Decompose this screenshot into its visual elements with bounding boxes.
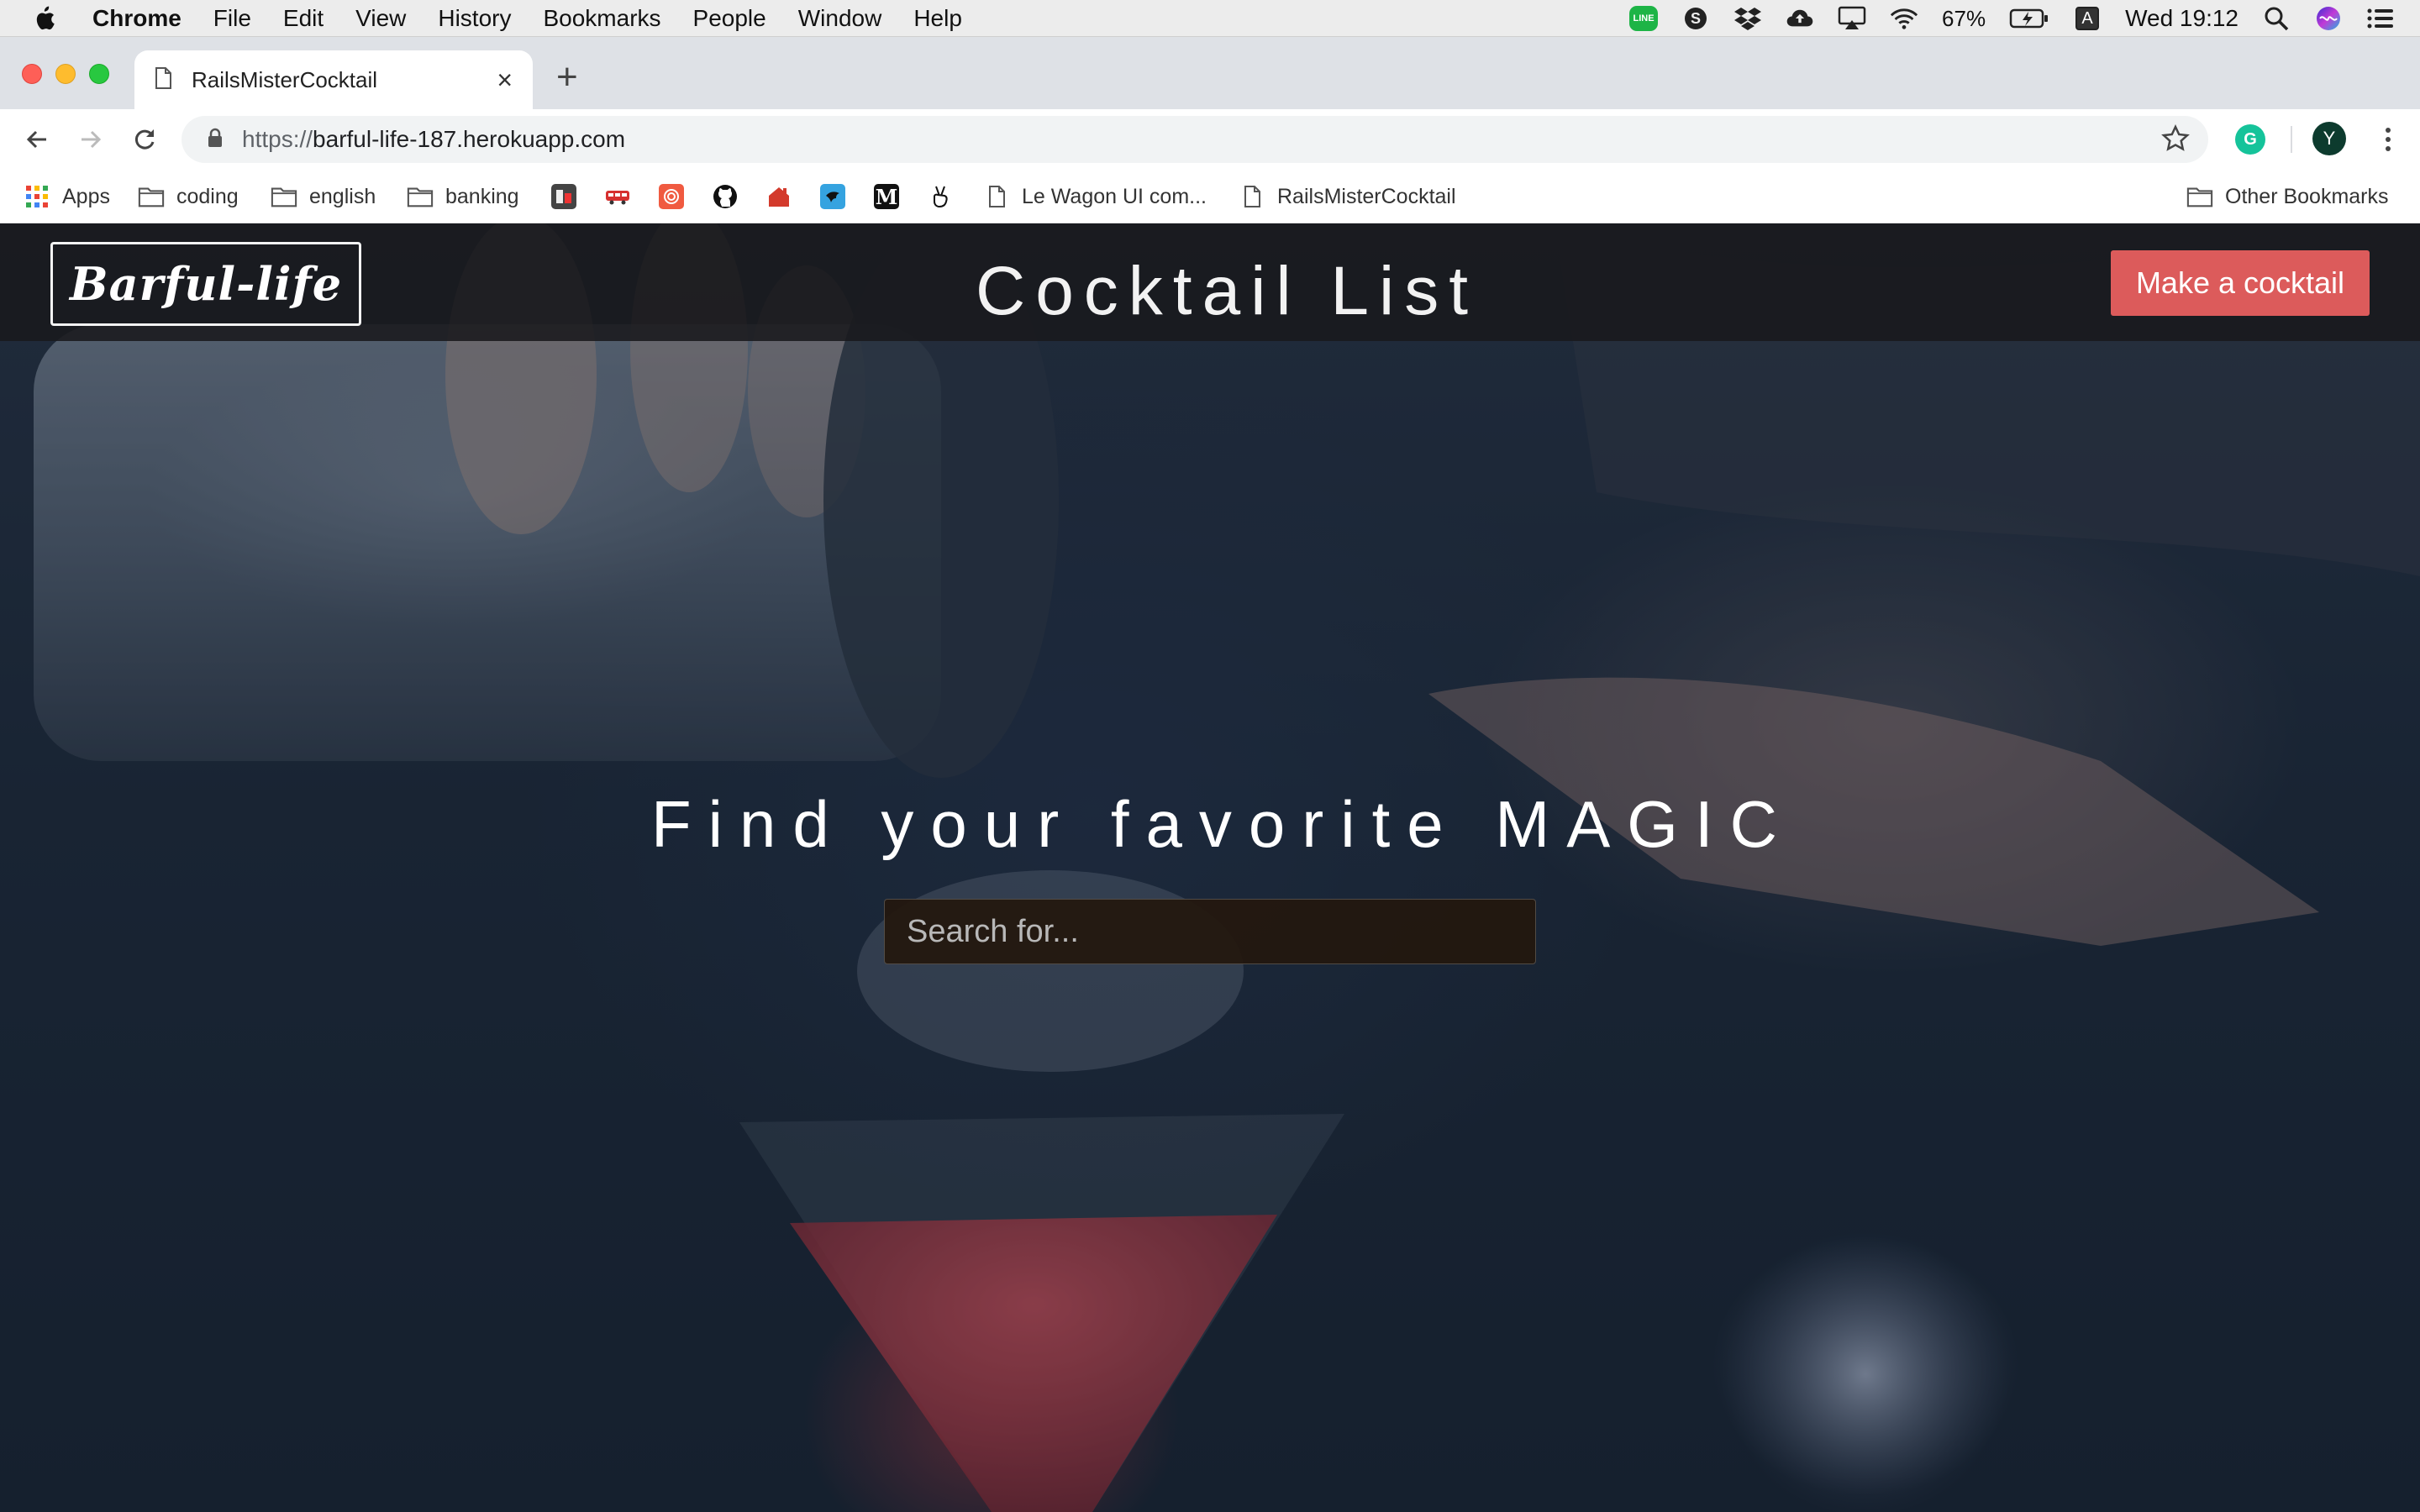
angellist-icon — [928, 184, 953, 209]
tab-close-icon[interactable]: × — [497, 66, 513, 93]
airplay-icon[interactable] — [1838, 4, 1866, 33]
menu-app-name[interactable]: Chrome — [92, 5, 182, 32]
profile-avatar[interactable]: Y — [2312, 122, 2346, 155]
url-host: barful-life-187.herokuapp.com — [313, 126, 626, 152]
menu-extras: LINE S 67% A Wed 19:12 — [1629, 0, 2395, 37]
bookmark-apps[interactable]: Apps — [24, 181, 110, 212]
svg-text:S: S — [1691, 10, 1701, 27]
menu-people[interactable]: People — [693, 5, 766, 32]
reload-icon[interactable] — [128, 123, 161, 156]
menu-help[interactable]: Help — [913, 5, 962, 32]
menu-history[interactable]: History — [438, 5, 511, 32]
line-app-icon[interactable]: LINE — [1629, 4, 1659, 33]
bookmarks-bar: Apps coding english banking M Le Wagon U… — [0, 170, 2420, 223]
page-viewport: Barful-life Cocktail List Make a cocktai… — [0, 223, 2420, 1512]
back-arrow-icon[interactable] — [20, 123, 54, 156]
menu-window[interactable]: Window — [798, 5, 882, 32]
new-tab-button[interactable]: + — [556, 59, 578, 96]
macos-menu-bar: Chrome File Edit View History Bookmarks … — [0, 0, 2420, 37]
menu-bookmarks[interactable]: Bookmarks — [543, 5, 660, 32]
siri-icon[interactable] — [2314, 4, 2343, 33]
bookmark-apps-label: Apps — [62, 184, 110, 208]
toolbar-divider — [2291, 126, 2292, 153]
building-favicon-icon — [551, 184, 576, 209]
bookmark-other-bookmarks[interactable]: Other Bookmarks — [2186, 181, 2389, 212]
skype-icon[interactable]: S — [1681, 4, 1710, 33]
bookmark-angellist[interactable] — [928, 181, 953, 212]
browser-toolbar: https:// barful-life-187.herokuapp.com G… — [0, 109, 2420, 170]
window-minimize-button[interactable] — [55, 64, 76, 84]
bookmark-favicon-2[interactable] — [605, 181, 630, 212]
hero-heading: Find your favorite MAGIC — [651, 787, 1794, 861]
bookmark-page-label: Le Wagon UI com... — [1022, 184, 1207, 208]
bird-favicon-icon — [820, 184, 845, 209]
grammarly-extension-icon[interactable]: G — [2235, 124, 2265, 155]
window-zoom-button[interactable] — [89, 64, 109, 84]
site-navbar: Barful-life Cocktail List Make a cocktai… — [0, 223, 2420, 341]
spiral-favicon-icon — [659, 184, 684, 209]
bus-favicon-icon — [605, 184, 630, 209]
apps-grid-icon — [24, 183, 50, 210]
other-bookmarks-label: Other Bookmarks — [2225, 184, 2389, 208]
make-a-cocktail-button[interactable]: Make a cocktail — [2111, 250, 2370, 316]
page-title: Cocktail List — [975, 253, 1479, 329]
tab-title: RailsMisterCocktail — [192, 66, 378, 92]
bookmark-favicon-5[interactable] — [766, 181, 792, 212]
bookmark-favicon-6[interactable] — [820, 181, 845, 212]
browser-tab-strip: RailsMisterCocktail × + — [0, 37, 2420, 109]
folder-icon — [2186, 183, 2213, 210]
bookmark-folder-label: banking — [445, 184, 519, 208]
bookmark-favicon-1[interactable] — [551, 181, 576, 212]
address-bar[interactable]: https:// barful-life-187.herokuapp.com — [182, 116, 2208, 163]
menu-edit[interactable]: Edit — [283, 5, 324, 32]
bookmark-favicon-3[interactable] — [659, 181, 684, 212]
bookmark-medium[interactable]: M — [874, 181, 899, 212]
folder-icon — [138, 183, 165, 210]
search-input[interactable] — [884, 899, 1536, 964]
input-source-icon[interactable]: A — [2073, 4, 2102, 33]
browser-tab-active[interactable]: RailsMisterCocktail × — [134, 50, 533, 109]
page-document-icon — [155, 66, 171, 93]
url-scheme: https:// — [242, 126, 313, 152]
folder-icon — [271, 183, 297, 210]
notification-center-icon[interactable] — [2366, 4, 2395, 33]
wifi-icon[interactable] — [1890, 4, 1918, 33]
bookmark-folder-label: coding — [176, 184, 239, 208]
page-document-icon — [983, 183, 1010, 210]
red-house-favicon-icon — [766, 184, 792, 209]
bookmark-github[interactable] — [713, 181, 738, 212]
lock-icon[interactable] — [207, 128, 224, 152]
github-icon — [713, 184, 738, 209]
spotlight-search-icon[interactable] — [2262, 4, 2291, 33]
bookmark-rails-mister-cocktail[interactable]: RailsMisterCocktail — [1239, 181, 1456, 212]
folder-icon — [407, 183, 434, 210]
dropbox-icon[interactable] — [1733, 4, 1762, 33]
page-document-icon — [1239, 183, 1265, 210]
forward-arrow-icon[interactable] — [74, 123, 108, 156]
cloud-upload-icon[interactable] — [1786, 4, 1814, 33]
bookmark-folder-coding[interactable]: coding — [138, 181, 239, 212]
apple-icon[interactable] — [32, 5, 66, 32]
battery-charging-icon[interactable] — [2009, 4, 2049, 33]
bookmark-folder-banking[interactable]: banking — [407, 181, 519, 212]
menu-file[interactable]: File — [213, 5, 251, 32]
bookmark-folder-label: english — [309, 184, 376, 208]
hero-dark-overlay — [0, 223, 2420, 1512]
bookmark-page-label: RailsMisterCocktail — [1277, 184, 1456, 208]
menu-view[interactable]: View — [355, 5, 406, 32]
battery-percentage: 67% — [1942, 5, 1986, 31]
bookmark-le-wagon[interactable]: Le Wagon UI com... — [983, 181, 1207, 212]
menubar-clock[interactable]: Wed 19:12 — [2125, 5, 2238, 32]
window-close-button[interactable] — [22, 64, 42, 84]
bookmark-folder-english[interactable]: english — [271, 181, 376, 212]
bookmark-star-icon[interactable] — [2161, 124, 2190, 157]
medium-icon: M — [874, 184, 899, 209]
chrome-menu-icon[interactable] — [2371, 123, 2405, 156]
